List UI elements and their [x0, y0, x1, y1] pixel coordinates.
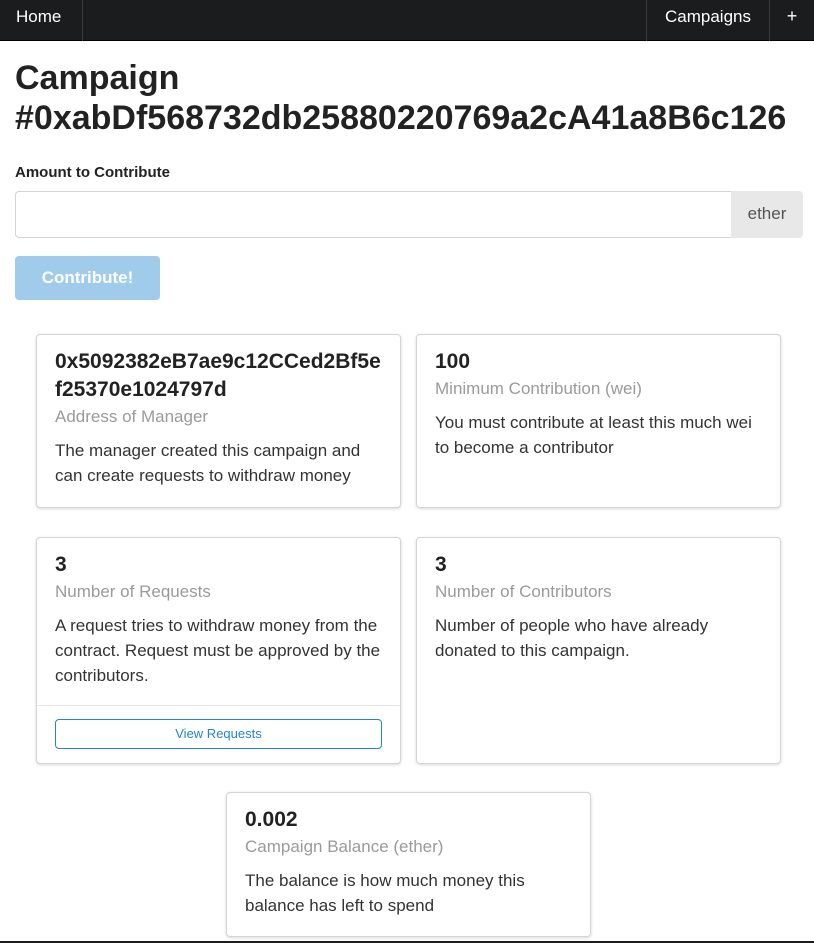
card-minimum-contribution: 100 Minimum Contribution (wei) You must …: [416, 334, 781, 508]
card-description: The manager created this campaign and ca…: [55, 441, 361, 485]
card-description: You must contribute at least this much w…: [435, 413, 752, 457]
card-contributors: 3 Number of Contributors Number of peopl…: [416, 537, 781, 764]
card-meta: Address of Manager: [55, 407, 209, 426]
card-header: 3: [55, 553, 67, 576]
card-description: A request tries to withdraw money from t…: [55, 616, 381, 685]
amount-label: Amount to Contribute: [15, 164, 170, 181]
ether-unit-label: ether: [731, 191, 803, 238]
contribute-button[interactable]: Contribute!: [15, 256, 160, 300]
card-header: 0x5092382eB7ae9c12CCed2Bf5ef25370e102479…: [55, 350, 381, 401]
card-header: 0.002: [245, 808, 298, 831]
card-meta: Minimum Contribution (wei): [435, 379, 642, 398]
card-extra: View Requests: [37, 705, 400, 763]
card-header: 100: [435, 350, 471, 373]
nav-campaigns-link[interactable]: Campaigns: [646, 0, 770, 41]
card-description: The balance is how much money this balan…: [245, 871, 525, 915]
page-title-address: #0xabDf568732db25880220769a2cA41a8B6c126: [15, 99, 787, 137]
page-title-line1: Campaign: [15, 59, 180, 97]
page-title: Campaign #0xabDf568732db25880220769a2cA4…: [15, 58, 814, 138]
card-meta: Number of Contributors: [435, 582, 612, 601]
card-meta: Campaign Balance (ether): [245, 837, 444, 856]
add-campaign-icon[interactable]: +: [770, 0, 814, 41]
card-manager: 0x5092382eB7ae9c12CCed2Bf5ef25370e102479…: [36, 334, 401, 508]
card-meta: Number of Requests: [55, 582, 211, 601]
card-description: Number of people who have already donate…: [435, 616, 709, 660]
top-navbar: Home Campaigns +: [0, 0, 814, 41]
card-balance: 0.002 Campaign Balance (ether) The balan…: [226, 792, 591, 937]
amount-input[interactable]: [15, 191, 732, 238]
card-header: 3: [435, 553, 447, 576]
view-requests-button[interactable]: View Requests: [55, 719, 382, 749]
nav-home-link[interactable]: Home: [0, 0, 83, 41]
card-requests: 3 Number of Requests A request tries to …: [36, 537, 401, 764]
